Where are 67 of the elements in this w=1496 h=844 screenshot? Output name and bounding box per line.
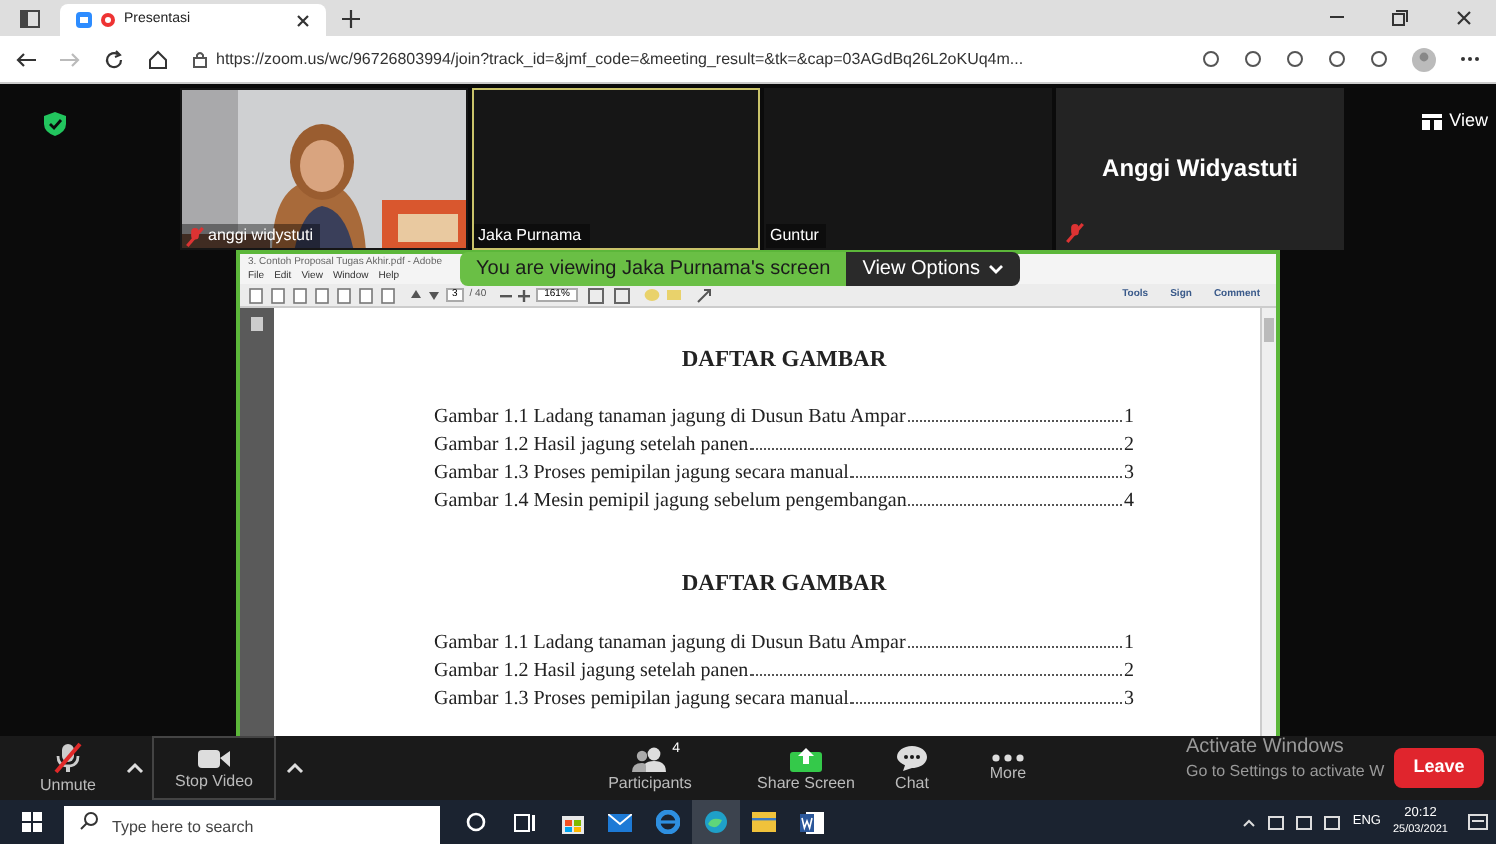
more-icon[interactable]	[1460, 56, 1480, 62]
activation-notice-text: Go to Settings to activate W	[1186, 761, 1385, 781]
toolbar-button[interactable]: Unmute	[20, 738, 116, 798]
video-camera-icon	[76, 12, 92, 28]
profile-icon[interactable]	[1412, 47, 1436, 71]
close-icon[interactable]	[1456, 10, 1472, 26]
close-icon[interactable]	[296, 13, 310, 27]
entry-title: Gambar 1.4 Mesin pemipil jagung sebelum pengembangan	[434, 488, 907, 517]
share-screen-icon	[790, 745, 822, 771]
toolbar-button[interactable]: Stop Video	[152, 736, 276, 800]
participant-name: anggi widystuti	[208, 224, 313, 248]
restore-icon[interactable]	[1392, 10, 1408, 26]
page-number: 2	[1124, 657, 1134, 685]
minimize-icon[interactable]	[1330, 16, 1344, 20]
leave-button[interactable]: Leave	[1394, 748, 1484, 788]
video-camera-icon	[198, 747, 230, 769]
view-button[interactable]: View	[1421, 108, 1488, 135]
previous-page-icon[interactable]	[410, 288, 422, 302]
page-number: 3	[1124, 685, 1134, 713]
toolbar-button[interactable]: More	[960, 738, 1056, 798]
entry-title: Gambar 1.1 Ladang tanaman jagung di Dusun Batu Ampar	[434, 404, 906, 433]
entry-title: Gambar 1.3 Proses pemipilan jagung secara manual	[434, 460, 849, 489]
next-page-icon[interactable]	[428, 288, 440, 302]
page-number: 2	[1124, 432, 1134, 461]
sharing-banner: You are viewing Jaka Purnama's screen	[460, 252, 847, 286]
lock-icon	[192, 50, 208, 68]
search-field[interactable]: Type here to search	[64, 805, 440, 844]
toolbar-button[interactable]: Chat	[864, 738, 960, 798]
entry-title: Gambar 1.1 Ladang tanaman jagung di Dusun Batu Ampar	[434, 629, 906, 657]
view-options-button[interactable]: View Options	[846, 252, 1020, 286]
chat-icon	[896, 744, 928, 772]
page-number: 1	[1124, 404, 1134, 433]
page-number: 3	[1124, 460, 1134, 489]
grid-icon	[1421, 113, 1442, 130]
participant-name: Jaka Purnama	[478, 224, 582, 248]
pages-icon[interactable]	[250, 316, 264, 332]
expand-icon[interactable]	[695, 287, 712, 303]
browser-icon[interactable]	[692, 800, 740, 844]
participant-name: Guntur	[770, 224, 819, 248]
section-heading: DAFTAR GAMBAR	[679, 346, 889, 376]
notifications-icon[interactable]	[1468, 813, 1488, 831]
muted-microphone-icon	[186, 225, 204, 247]
chevron-up-icon[interactable]	[1242, 817, 1257, 827]
participant-name: Anggi Widyastuti	[1100, 152, 1300, 186]
entry-title: Gambar 1.2 Hasil jagung setelah panen	[434, 657, 749, 685]
shield-icon[interactable]	[44, 112, 66, 136]
scrollbar-thumb[interactable]	[1264, 318, 1274, 342]
toolbar-button[interactable]: Share Screen	[748, 738, 864, 798]
back-arrow-icon[interactable]	[16, 51, 36, 67]
entry-title: Gambar 1.2 Hasil jagung setelah panen	[434, 432, 749, 461]
more-icon	[992, 754, 1024, 762]
page-number: 4	[1124, 488, 1134, 517]
search-icon	[80, 812, 98, 830]
new-tab-icon[interactable]	[342, 10, 360, 28]
participants-icon	[632, 745, 668, 771]
chevron-down-icon	[987, 264, 1004, 274]
reload-icon[interactable]	[104, 49, 124, 69]
home-icon[interactable]	[148, 49, 168, 69]
entry-title: Gambar 1.3 Proses pemipilan jagung secara manual	[434, 685, 849, 713]
activation-notice-title: Activate Windows	[1186, 736, 1346, 761]
recording-icon	[100, 12, 116, 28]
zoom-out-icon[interactable]	[500, 289, 513, 301]
section-heading: DAFTAR GAMBAR	[679, 570, 889, 601]
muted-microphone-icon	[54, 742, 82, 774]
muted-microphone-icon	[1066, 222, 1084, 244]
page-number: 1	[1124, 629, 1134, 657]
zoom-in-icon[interactable]	[518, 289, 531, 301]
